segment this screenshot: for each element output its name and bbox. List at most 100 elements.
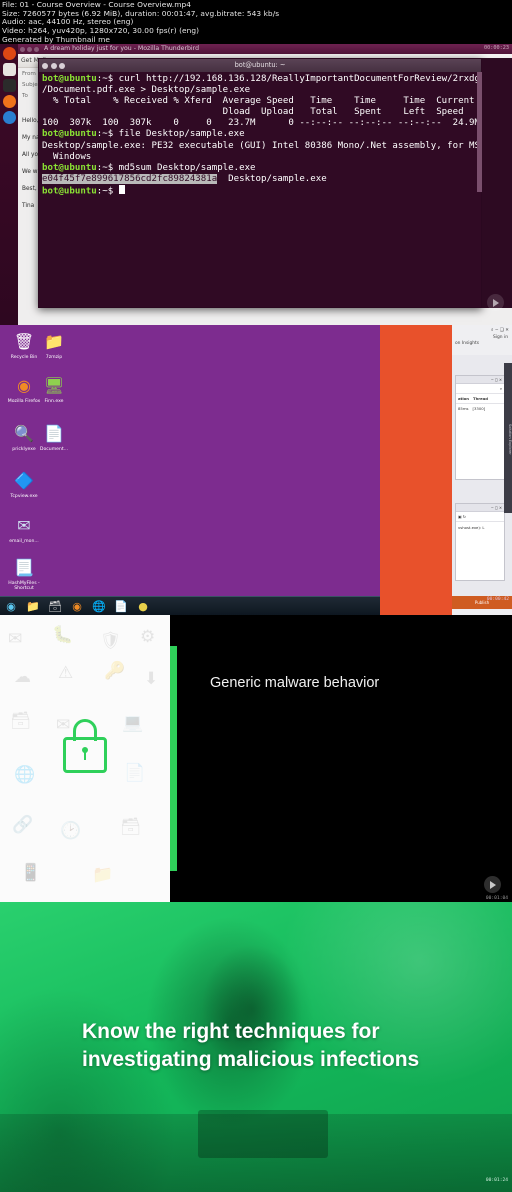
application-icon: 🖥 [43,376,65,396]
key-icon: 🔑 [104,661,126,681]
window-controls[interactable] [20,46,39,52]
play-overlay-icon[interactable] [484,876,501,893]
warning-triangle-icon: ⚠ [58,663,74,683]
desktop-icon-email-monitor[interactable]: ✉ email_mon... [2,515,46,544]
hashmyfiles-icon: 📃 [14,558,34,578]
hero-title-line-2: investigating malicious infections [82,1048,420,1071]
launcher-thunderbird-icon[interactable] [2,111,16,124]
mail-icon: ✉ [56,715,71,735]
terminal-curl-progress: 100 307k 100 307k 0 0 23.7M 0 --:--:-- -… [42,118,480,129]
vs-col-thread: Thread [473,396,489,401]
desktop-icon-label: HashMyFiles - Shortcut [8,581,40,592]
shield-icon: 🛡 [100,631,122,651]
launcher-files-icon[interactable] [2,63,16,76]
chrome-icon[interactable]: ● [133,599,153,615]
terminal-cmd-2: file Desktop/sample.exe [118,129,245,140]
terminal-cmd-3: md5sum Desktop/sample.exe [118,162,256,173]
vs-docked-tabs[interactable]: Solution Explorer [504,363,512,513]
terminal-curl-header-2: Dload Upload Total Spent Left Speed [42,107,464,118]
vs-output-window-controls[interactable]: − ◻ ✕ [456,504,504,512]
envelope-icon: ✉ [8,629,23,649]
email-monitor-icon: ✉ [17,516,31,536]
terminal-output[interactable]: bot@ubuntu:~$ curl http://192.168.136.12… [39,72,481,200]
phone-icon: 📱 [20,863,42,883]
hero-title-line-1: Know the right techniques for [82,1020,380,1043]
slide-title: Generic malware behavior [210,675,380,691]
launcher-terminal-icon[interactable] [2,79,16,92]
start-icon[interactable]: ◉ [1,599,21,615]
desktop-icon-finn[interactable]: 🖥 Finn.exe [32,375,76,404]
hero-person-silhouette [168,914,336,1114]
desktop-icon-label: email_mon... [9,539,39,544]
windows-desktop [0,325,380,615]
folder-icon: 📁 [92,865,114,885]
windows-taskbar[interactable]: ◉ 📁 🗃 ◉ 🌐 📄 ● [0,596,380,615]
vs-search-box[interactable]: ⌕ [456,384,504,394]
terminal-window[interactable]: bot@ubuntu: ~ bot@ubuntu:~$ curl http://… [38,58,482,308]
vs-output-toolbar[interactable]: ▣ ↻ [456,512,504,522]
panel4-timestamp: 00:01:24 [485,1178,508,1183]
prompt-user-3: bot@ubuntu [42,162,97,173]
pdf-icon[interactable]: 📄 [111,599,131,615]
hero-title: Know the right techniques for investigat… [82,1018,502,1074]
hero-laptop [198,1110,328,1158]
gear-icon: ⚙ [140,627,156,647]
globe-icon: 🌐 [14,765,36,785]
prompt-sep-3: :~$ [96,162,119,173]
terminal-curl-header-1: % Total % Received % Xferd Average Speed… [42,96,475,107]
desktop-icon-document[interactable]: 📄 Document... [32,423,76,452]
vs-cell-thread: [3300] [472,406,486,411]
pdf-document-icon: 📄 [44,424,64,444]
padlock-keyhole-icon [82,747,88,760]
terminal-titlebar[interactable]: bot@ubuntu: ~ [39,59,481,72]
download-icon: ⬇ [144,669,159,689]
folder-icon[interactable]: 📁 [23,599,43,615]
thumbnail-panel-firewall: 🗑 Recycle Bin 📁 7zmzip ◉ Mozilla Firefox… [0,325,512,615]
prompt-user-1: bot@ubuntu [42,74,97,84]
desktop-icon-tcpview[interactable]: 🔷 Tcpview.exe [2,470,46,499]
vs-window-controls[interactable]: − ◻ ✕ [456,376,504,384]
prompt-user-2: bot@ubuntu [42,129,97,140]
terminal-file-output-2: Windows [42,151,92,162]
vs-cell-duration: 85ms [458,406,469,411]
clock-icon: 🕑 [60,821,82,841]
play-overlay-icon[interactable] [487,294,504,311]
panel2-timestamp: 00:00:42 [486,597,509,602]
server-icon: 🗃 [10,711,32,731]
launcher-firefox-icon[interactable] [2,95,16,108]
vs-solution-explorer-tab[interactable]: Solution Explorer [508,424,512,455]
firefox-icon[interactable]: ◉ [67,599,87,615]
vs-search-icon[interactable]: ⌕ − ❑ ✕ [452,325,512,335]
vs-diagnostic-window[interactable]: − ◻ ✕ ⌕ ation Thread 85ms [3300] [455,375,505,480]
launcher-ubuntu-icon[interactable] [2,47,16,60]
thunderbird-titlebar[interactable]: A dream holiday just for you - Mozilla T… [18,44,512,54]
terminal-cmd-1: curl http://192.168.136.128/ReallyImport… [118,74,480,84]
terminal-md5-file: Desktop/sample.exe [217,173,327,184]
browser-icon[interactable]: 🌐 [89,599,109,615]
vs-top-bar: ⌕ − ❑ ✕ Sign in on Insights [452,325,512,355]
orange-background-strip [380,325,452,615]
terminal-title-text: bot@ubuntu: ~ [234,61,286,69]
desktop-icon-7zip[interactable]: 📁 7zmzip [32,331,76,360]
vs-insights-label: on Insights [455,341,480,346]
desktop-icon-label: Document... [39,447,69,452]
terminal-md5-hash: e04f45f7e899617856cd2fc89824381a [42,173,218,184]
prompt-sep-2: :~$ [96,129,119,140]
explorer-icon[interactable]: 🗃 [45,599,65,615]
thumbnail-panel-terminal: Get Mail From Subject To Hello, My nam A… [0,44,512,325]
desktop-icon-label: 7zmzip [45,355,63,360]
thumbnail-panel-slide: ✉ 🐛 🛡 ⚙ ☁ ⚠ 🔑 ⬇ 🗃 ✉ 💻 🌐 📄 🔗 🕑 🗃 📱 📁 [0,615,512,902]
terminal-cmd-1-cont: /Document.pdf.exe > Desktop/sample.exe [42,85,251,96]
terminal-window-controls[interactable] [42,62,65,69]
panel1-timestamp: 00:00:23 [484,45,509,51]
vs-output-window[interactable]: − ◻ ✕ ▣ ↻ vshost.exe): L [455,503,505,581]
unity-launcher[interactable] [0,44,18,325]
folder-icon: 📁 [44,332,64,352]
cloud-icon: ☁ [14,667,31,687]
thunderbird-title-text: A dream holiday just for you - Mozilla T… [44,45,200,52]
monitor-icon: 💻 [122,713,144,733]
desktop-icon-hashmyfiles[interactable]: 📃 HashMyFiles - Shortcut [2,557,46,592]
panel1-right-edge [482,58,512,308]
terminal-file-output-1: Desktop/sample.exe: PE32 executable (GUI… [42,140,480,151]
panel3-timestamp: 00:01:04 [485,896,508,901]
